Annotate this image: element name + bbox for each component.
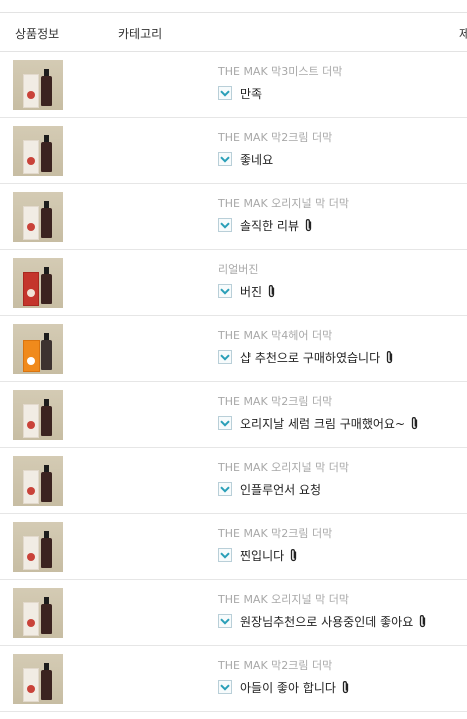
product-box: [23, 74, 39, 108]
chevron-down-icon[interactable]: [218, 350, 232, 364]
product-thumbnail[interactable]: [13, 456, 63, 506]
row-category[interactable]: THE MAK 막2크림 더막: [218, 525, 332, 541]
product-bottle: [41, 465, 52, 502]
paperclip-icon: [385, 350, 394, 364]
review-subject[interactable]: 샵 추천으로 구매하였습니다: [218, 348, 394, 366]
chevron-down-icon[interactable]: [218, 284, 232, 298]
row-category[interactable]: THE MAK 막2크림 더막: [218, 129, 332, 145]
review-subject-text[interactable]: 버진: [240, 283, 262, 300]
row-category[interactable]: THE MAK 막3미스트 더막: [218, 63, 342, 79]
product-box: [23, 470, 39, 504]
review-subject[interactable]: 좋네요: [218, 150, 273, 168]
product-bottle: [41, 267, 52, 304]
table-row[interactable]: 리얼버진버진: [0, 250, 467, 316]
product-bottle: [41, 597, 52, 634]
review-subject-text[interactable]: 솔직한 리뷰: [240, 217, 299, 234]
table-row[interactable]: THE MAK 막2크림 더막오리지날 세럼 크림 구매했어요~: [0, 382, 467, 448]
row-category[interactable]: THE MAK 막2크림 더막: [218, 393, 332, 409]
title-header: 제: [459, 27, 467, 41]
review-board: 상품정보 카테고리 제 THE MAK 막3미스트 더막 만족 THE MAK 막2…: [0, 0, 467, 719]
review-subject[interactable]: 찐입니다: [218, 546, 298, 564]
table-row[interactable]: THE MAK 막3미스트 더막만족: [0, 52, 467, 118]
review-subject[interactable]: 오리지날 세럼 크림 구매했어요~: [218, 414, 419, 432]
product-bottle: [41, 663, 52, 700]
review-subject-text[interactable]: 오리지날 세럼 크림 구매했어요~: [240, 415, 405, 432]
paperclip-icon: [341, 680, 350, 694]
table-row[interactable]: THE MAK 막2크림 더막찐입니다: [0, 514, 467, 580]
product-info-header: 상품정보: [15, 27, 60, 41]
product-thumbnail[interactable]: [13, 258, 63, 308]
review-subject-text[interactable]: 좋네요: [240, 151, 273, 168]
product-thumbnail[interactable]: [13, 588, 63, 638]
product-bottle: [41, 135, 52, 172]
chevron-down-icon[interactable]: [218, 152, 232, 166]
product-bottle: [41, 69, 52, 106]
review-subject[interactable]: 버진: [218, 282, 276, 300]
review-subject[interactable]: 원장님추천으로 사용중인데 좋아요: [218, 612, 427, 630]
chevron-down-icon[interactable]: [218, 218, 232, 232]
category-header: 카테고리: [118, 27, 163, 41]
review-subject[interactable]: 솔직한 리뷰: [218, 216, 313, 234]
product-bottle: [41, 399, 52, 436]
product-thumbnail[interactable]: [13, 390, 63, 440]
table-row[interactable]: THE MAK 오리지널 막 더막솔직한 리뷰: [0, 184, 467, 250]
product-box: [23, 340, 40, 372]
review-subject-text[interactable]: 찐입니다: [240, 547, 284, 564]
chevron-down-icon[interactable]: [218, 416, 232, 430]
review-subject[interactable]: 인플루언서 요청: [218, 480, 321, 498]
table-row[interactable]: THE MAK 오리지널 막 더막원장님추천으로 사용중인데 좋아요: [0, 580, 467, 646]
paperclip-icon: [289, 548, 298, 562]
product-thumbnail[interactable]: [13, 60, 63, 110]
chevron-down-icon[interactable]: [218, 614, 232, 628]
product-box: [23, 536, 39, 570]
product-box: [23, 602, 39, 636]
review-subject-text[interactable]: 아들이 좋아 합니다: [240, 679, 336, 696]
product-thumbnail[interactable]: [13, 522, 63, 572]
row-category[interactable]: 리얼버진: [218, 261, 258, 277]
product-box: [23, 140, 39, 174]
table-row[interactable]: THE MAK 오리지널 막 더막인플루언서 요청: [0, 448, 467, 514]
product-box: [23, 668, 39, 702]
product-thumbnail[interactable]: [13, 654, 63, 704]
chevron-down-icon[interactable]: [218, 86, 232, 100]
paperclip-icon: [418, 614, 427, 628]
chevron-down-icon[interactable]: [218, 482, 232, 496]
review-list: THE MAK 막3미스트 더막 만족 THE MAK 막2크림 더막 좋네요 THE …: [0, 52, 467, 712]
product-bottle: [41, 333, 52, 370]
chevron-down-icon[interactable]: [218, 680, 232, 694]
table-row[interactable]: THE MAK 막2크림 더막좋네요: [0, 118, 467, 184]
product-bottle: [41, 201, 52, 238]
paperclip-icon: [304, 218, 313, 232]
row-category[interactable]: THE MAK 막2크림 더막: [218, 657, 332, 673]
product-thumbnail[interactable]: [13, 324, 63, 374]
product-box: [23, 404, 39, 438]
review-subject[interactable]: 아들이 좋아 합니다: [218, 678, 350, 696]
review-subject-text[interactable]: 샵 추천으로 구매하였습니다: [240, 349, 380, 366]
table-row[interactable]: THE MAK 막2크림 더막아들이 좋아 합니다: [0, 646, 467, 712]
paperclip-icon: [410, 416, 419, 430]
row-category[interactable]: THE MAK 오리지널 막 더막: [218, 195, 349, 211]
review-subject-text[interactable]: 원장님추천으로 사용중인데 좋아요: [240, 613, 413, 630]
review-subject-text[interactable]: 만족: [240, 85, 262, 102]
row-category[interactable]: THE MAK 막4헤어 더막: [218, 327, 332, 343]
paperclip-icon: [267, 284, 276, 298]
row-category[interactable]: THE MAK 오리지널 막 더막: [218, 459, 349, 475]
row-category[interactable]: THE MAK 오리지널 막 더막: [218, 591, 349, 607]
table-row[interactable]: THE MAK 막4헤어 더막샵 추천으로 구매하였습니다: [0, 316, 467, 382]
product-thumbnail[interactable]: [13, 192, 63, 242]
product-box: [23, 206, 39, 240]
review-subject-text[interactable]: 인플루언서 요청: [240, 481, 321, 498]
product-box: [23, 272, 39, 306]
review-subject[interactable]: 만족: [218, 84, 262, 102]
product-bottle: [41, 531, 52, 568]
product-thumbnail[interactable]: [13, 126, 63, 176]
table-header: 상품정보 카테고리 제: [0, 12, 467, 52]
chevron-down-icon[interactable]: [218, 548, 232, 562]
